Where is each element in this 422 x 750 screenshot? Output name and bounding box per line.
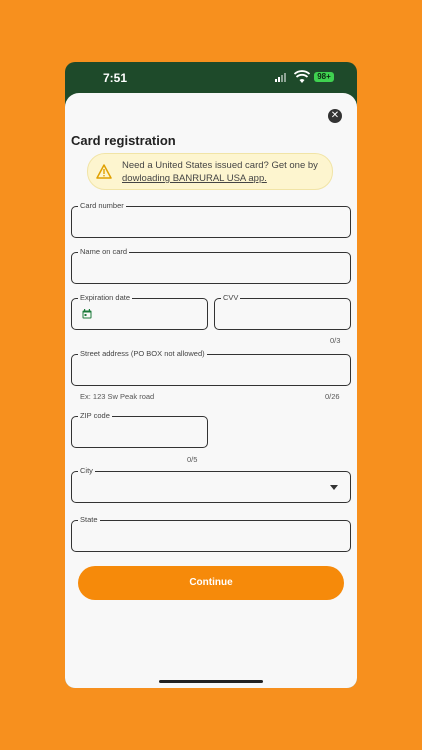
status-time: 7:51 — [103, 71, 128, 85]
info-banner: Need a United States issued card? Get on… — [87, 153, 333, 190]
banner-text: Need a United States issued card? Get on… — [122, 159, 328, 185]
cellular-signal-icon — [275, 73, 289, 82]
continue-button[interactable]: Continue — [78, 566, 344, 600]
street-address-field[interactable]: Street address (PO BOX not allowed) — [71, 349, 351, 386]
street-address-label: Street address (PO BOX not allowed) — [78, 349, 207, 359]
expiration-date-field[interactable]: Expiration date — [71, 293, 208, 330]
zip-code-counter: 0/5 — [187, 455, 198, 464]
zip-code-field[interactable]: ZIP code — [71, 411, 208, 448]
card-number-field[interactable]: Card number — [71, 201, 351, 238]
banner-link[interactable]: dowloading BANRURAL USA app. — [122, 173, 267, 184]
state-field[interactable]: State — [71, 515, 351, 552]
battery-icon: 98+ — [314, 72, 334, 82]
zip-code-label: ZIP code — [78, 411, 112, 421]
name-on-card-field[interactable]: Name on card — [71, 247, 351, 284]
banner-message: Need a United States issued card? Get on… — [122, 160, 318, 171]
close-icon[interactable]: ✕ — [328, 109, 342, 123]
phone-screen: 7:51 98+ ✕ Card registration Need a Unit… — [65, 62, 357, 688]
calendar-icon[interactable] — [82, 309, 92, 319]
cvv-label: CVV — [221, 293, 241, 303]
status-bar: 7:51 98+ — [65, 62, 357, 94]
page-title: Card registration — [71, 133, 176, 148]
cvv-field[interactable]: CVV — [214, 293, 351, 330]
name-on-card-label: Name on card — [78, 247, 130, 257]
chevron-down-icon[interactable] — [330, 485, 338, 490]
city-label: City — [78, 466, 95, 476]
home-indicator — [159, 680, 263, 683]
expiration-date-label: Expiration date — [78, 293, 133, 303]
card-number-label: Card number — [78, 201, 126, 211]
street-address-helper: Ex: 123 Sw Peak road — [80, 392, 155, 401]
street-address-counter: 0/26 — [325, 392, 340, 401]
card-registration-sheet: ✕ Card registration Need a United States… — [65, 93, 357, 688]
state-label: State — [78, 515, 100, 525]
wifi-icon — [294, 70, 310, 83]
city-select[interactable]: City — [71, 466, 351, 503]
warning-icon — [96, 164, 112, 179]
cvv-counter: 0/3 — [330, 336, 341, 345]
